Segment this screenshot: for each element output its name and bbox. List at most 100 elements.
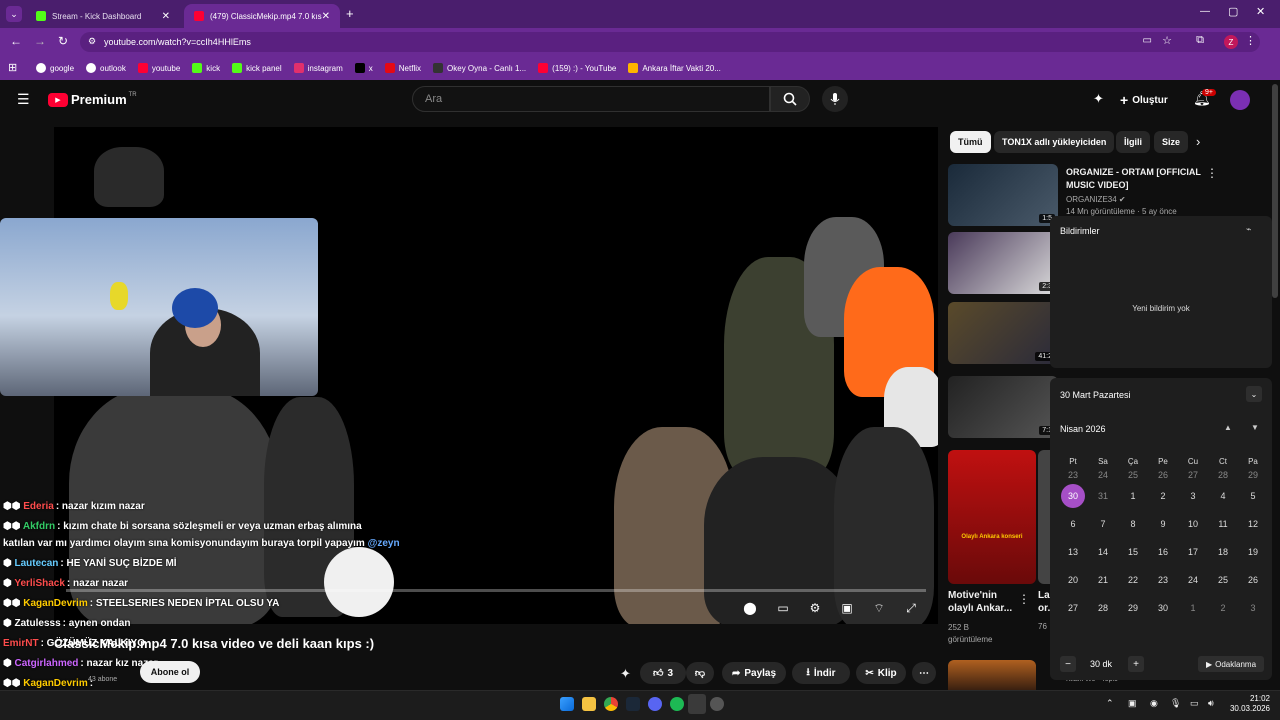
calendar-day[interactable]: 3 xyxy=(1178,482,1208,510)
calendar-day[interactable]: 5 xyxy=(1238,482,1268,510)
short-title[interactable]: La... or... xyxy=(1038,589,1050,615)
menu-kebab-icon[interactable]: ⋮ xyxy=(1245,34,1256,47)
more-vertical-icon[interactable]: ⋮ xyxy=(1018,592,1030,606)
clip-button[interactable]: ✂ Klip xyxy=(856,662,906,684)
chrome-icon[interactable] xyxy=(604,697,618,711)
bookmark-youtube-159[interactable]: (159) :) - YouTube xyxy=(532,63,622,73)
calendar-month-label[interactable]: Nisan 2026 xyxy=(1060,424,1106,434)
close-icon[interactable]: ✕ xyxy=(162,11,170,22)
windows-start-icon[interactable] xyxy=(560,697,574,711)
calendar-day[interactable]: 3 xyxy=(1238,594,1268,622)
calendar-day[interactable]: 4 xyxy=(1208,482,1238,510)
extensions-icon[interactable]: ⧉ xyxy=(1196,34,1204,47)
calendar-day[interactable]: 1 xyxy=(1178,594,1208,622)
address-bar[interactable]: ⚙ youtube.com/watch?v=ccIh4HHlEms ▭ ☆ ⧉ … xyxy=(80,32,1260,52)
tab-kick-dashboard[interactable]: Stream - Kick Dashboard ✕ xyxy=(26,4,180,28)
settings-gear-icon[interactable]: ⚙ xyxy=(805,600,825,616)
chevron-right-icon[interactable]: › xyxy=(1196,134,1200,149)
steam-icon[interactable] xyxy=(626,697,640,711)
new-tab-button[interactable]: + xyxy=(346,6,354,21)
youtube-upload-icon[interactable]: ✦ xyxy=(1093,91,1104,107)
bookmark-kick-panel[interactable]: kick panel xyxy=(226,63,288,73)
voice-search-button[interactable] xyxy=(822,86,848,112)
search-button[interactable] xyxy=(770,86,810,112)
calendar-day[interactable]: 24 xyxy=(1088,468,1118,482)
obs-icon[interactable] xyxy=(688,694,706,714)
calendar-day[interactable]: 22 xyxy=(1118,566,1148,594)
bookmark-youtube[interactable]: youtube xyxy=(132,63,186,73)
short-thumbnail[interactable]: Olaylı Ankara konseri xyxy=(948,450,1036,584)
calendar-day[interactable]: 30 xyxy=(1148,594,1178,622)
file-explorer-icon[interactable] xyxy=(582,697,596,711)
calendar-day[interactable]: 31 xyxy=(1088,482,1118,510)
taskbar-clock[interactable]: 21:02 30.03.2026 xyxy=(1226,694,1270,714)
related-video-thumbnail[interactable]: 41:2 xyxy=(948,302,1058,364)
cast-icon[interactable]: ⌔ xyxy=(869,600,889,616)
calendar-day[interactable]: 27 xyxy=(1178,468,1208,482)
related-video-thumbnail[interactable]: 2:3 xyxy=(948,232,1058,294)
bookmark-outlook[interactable]: outlook xyxy=(80,63,132,73)
site-info-icon[interactable]: ⚙ xyxy=(88,36,96,47)
calendar-day[interactable]: 25 xyxy=(1118,468,1148,482)
calendar-day[interactable]: 26 xyxy=(1148,468,1178,482)
chip-uploader[interactable]: TON1X adlı yükleyiciden xyxy=(994,131,1115,153)
calendar-day[interactable]: 23 xyxy=(1058,468,1088,482)
tray-overflow-icon[interactable]: ⌃ xyxy=(1106,698,1114,709)
calendar-day[interactable]: 16 xyxy=(1148,538,1178,566)
microphone-icon[interactable]: 🎙︎ xyxy=(1170,698,1181,709)
bookmark-google[interactable]: google xyxy=(30,63,80,73)
next-month-icon[interactable]: ▼ xyxy=(1251,423,1259,432)
subscribe-button[interactable]: Abone ol xyxy=(140,661,200,683)
calendar-day[interactable]: 10 xyxy=(1178,510,1208,538)
fullscreen-icon[interactable]: ⤢ xyxy=(901,600,921,616)
bookmark-okey[interactable]: Okey Oyna - Canlı 1... xyxy=(427,63,532,73)
focus-start-button[interactable]: ▶ Odaklanma xyxy=(1198,656,1264,672)
reload-icon[interactable]: ↻ xyxy=(58,34,68,48)
bookmark-netflix[interactable]: Netflix xyxy=(379,63,427,73)
account-avatar[interactable] xyxy=(1230,90,1250,110)
window-close-icon[interactable]: ✕ xyxy=(1256,5,1265,18)
download-button[interactable]: ⭳ İndir xyxy=(792,662,850,684)
calendar-day[interactable]: 12 xyxy=(1238,510,1268,538)
tray-app-icon[interactable]: ▣ xyxy=(1128,698,1137,709)
page-scrollbar[interactable] xyxy=(1272,84,1278,298)
bookmark-star-icon[interactable]: ☆ xyxy=(1162,34,1172,47)
calendar-day[interactable]: 24 xyxy=(1178,566,1208,594)
calendar-day[interactable]: 27 xyxy=(1058,594,1088,622)
focus-increase-button[interactable]: + xyxy=(1128,656,1144,672)
do-not-disturb-icon[interactable]: ⌁ xyxy=(1246,224,1251,235)
calendar-day[interactable]: 8 xyxy=(1118,510,1148,538)
calendar-day[interactable]: 1 xyxy=(1118,482,1148,510)
search-input[interactable]: Ara xyxy=(412,86,770,112)
tray-steam-icon[interactable]: ◉ xyxy=(1150,698,1158,709)
calendar-day[interactable]: 2 xyxy=(1208,594,1238,622)
calendar-day[interactable]: 6 xyxy=(1058,510,1088,538)
calendar-day[interactable]: 28 xyxy=(1208,468,1238,482)
chevron-down-icon[interactable]: ⌄ xyxy=(1246,386,1262,402)
calendar-day[interactable]: 30 xyxy=(1058,482,1088,510)
more-actions-button[interactable]: ⋯ xyxy=(912,662,936,684)
volume-icon[interactable]: 🔊︎ xyxy=(1208,698,1214,709)
close-icon[interactable]: ✕ xyxy=(322,11,330,22)
maximize-icon[interactable]: ▢ xyxy=(1228,5,1238,18)
related-video-thumbnail[interactable] xyxy=(948,660,1036,690)
bookmark-ankara-iftar[interactable]: Ankara İftar Vakti 20... xyxy=(622,63,727,73)
calendar-day[interactable]: 11 xyxy=(1208,510,1238,538)
previous-month-icon[interactable]: ▲ xyxy=(1224,423,1232,432)
youtube-upload-icon[interactable]: ✦ xyxy=(620,666,631,682)
video-progress-bar[interactable] xyxy=(66,589,926,592)
calendar-day[interactable]: 29 xyxy=(1118,594,1148,622)
share-button[interactable]: ➦ Paylaş xyxy=(722,662,786,684)
apps-grid-icon[interactable]: ⊞ xyxy=(8,61,17,74)
create-button[interactable]: + Oluştur xyxy=(1120,92,1168,108)
calendar-day[interactable]: 14 xyxy=(1088,538,1118,566)
hamburger-menu-icon[interactable]: ☰ xyxy=(17,91,30,108)
discord-icon[interactable] xyxy=(648,697,662,711)
calendar-day[interactable]: 21 xyxy=(1088,566,1118,594)
back-icon[interactable]: ← xyxy=(10,34,22,48)
calendar-day[interactable]: 29 xyxy=(1238,468,1268,482)
bookmark-kick[interactable]: kick xyxy=(186,63,226,73)
dislike-button[interactable]: 👎︎ xyxy=(686,662,714,684)
autoplay-toggle[interactable]: ⬤ xyxy=(740,600,760,616)
calendar-day[interactable]: 19 xyxy=(1238,538,1268,566)
